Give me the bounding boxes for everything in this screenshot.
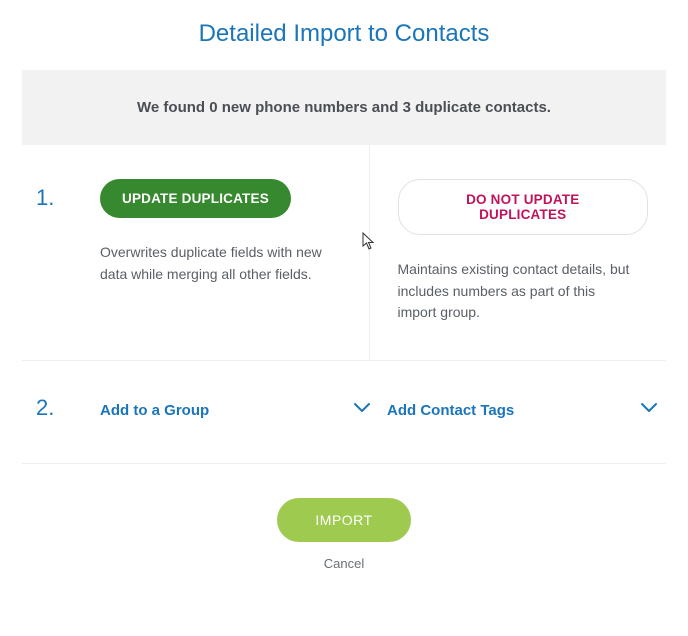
add-contact-tags-dropdown[interactable]: Add Contact Tags (379, 361, 666, 463)
chevron-down-icon (640, 401, 658, 419)
step-1-section: 1. UPDATE DUPLICATES Overwrites duplicat… (22, 145, 666, 361)
cancel-link[interactable]: Cancel (0, 556, 688, 571)
group-column: Add to a Group (92, 361, 379, 463)
tags-column: Add Contact Tags (379, 361, 666, 463)
update-description: Overwrites duplicate fields with new dat… (100, 242, 340, 285)
add-to-group-label: Add to a Group (100, 402, 209, 419)
page-title: Detailed Import to Contacts (0, 0, 688, 70)
update-column: UPDATE DUPLICATES Overwrites duplicate f… (92, 145, 370, 360)
cursor-icon (362, 232, 376, 255)
add-tags-label: Add Contact Tags (387, 402, 514, 419)
status-message: We found 0 new phone numbers and 3 dupli… (22, 70, 666, 145)
import-button[interactable]: IMPORT (277, 498, 410, 542)
do-not-update-button[interactable]: DO NOT UPDATE DUPLICATES (398, 179, 649, 235)
update-duplicates-button[interactable]: UPDATE DUPLICATES (100, 179, 291, 218)
step-1-columns: UPDATE DUPLICATES Overwrites duplicate f… (92, 145, 666, 360)
no-update-column: DO NOT UPDATE DUPLICATES Maintains exist… (370, 145, 667, 360)
action-area: IMPORT Cancel (0, 464, 688, 583)
step-2-columns: Add to a Group Add Contact Tags (92, 361, 666, 463)
import-dialog: Detailed Import to Contacts We found 0 n… (0, 0, 688, 583)
chevron-down-icon (353, 401, 371, 419)
no-update-description: Maintains existing contact details, but … (398, 259, 638, 324)
step-number-2: 2. (22, 361, 92, 463)
step-2-section: 2. Add to a Group Add Contact Tags (22, 361, 666, 464)
step-number-1: 1. (22, 145, 92, 360)
add-to-group-dropdown[interactable]: Add to a Group (92, 361, 379, 463)
